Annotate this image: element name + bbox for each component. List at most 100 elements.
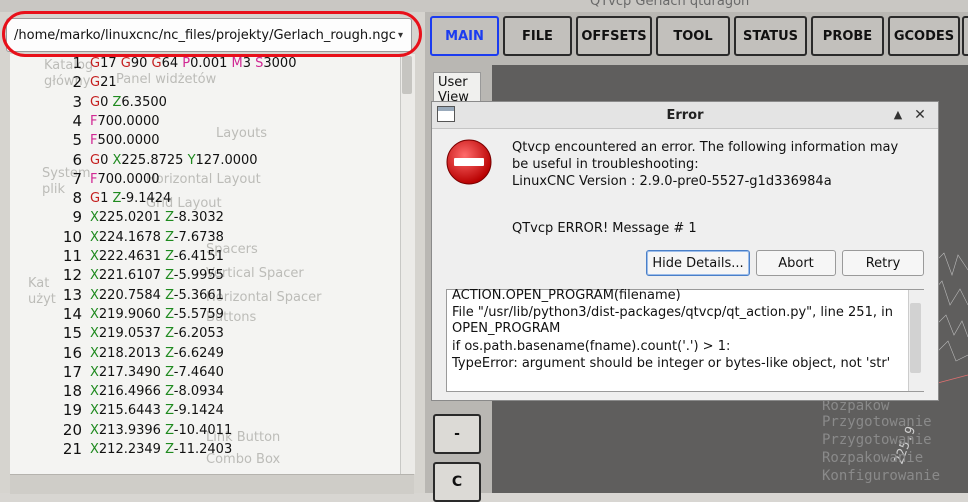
tab-file[interactable]: FILE [503,16,572,56]
tab-offsets[interactable]: OFFSETS [576,16,652,56]
gcode-token: Z [165,403,174,418]
gcode-line[interactable]: G0 Z6.3500 [90,95,167,110]
gcode-token: -7.6738 [173,230,224,245]
gcode-token: X [90,442,99,457]
gcode-line[interactable]: X217.3490 Z-7.4640 [90,365,224,380]
gcode-line[interactable]: X218.2013 Z-6.6249 [90,346,224,361]
line-number: 18 [62,382,82,400]
gcode-token: X [90,210,99,225]
gcode-token: 221.6107 [98,268,166,283]
gcode-token: X [90,423,99,438]
gcode-line[interactable]: X221.6107 Z-5.9955 [90,268,224,283]
line-number: 17 [62,363,82,381]
gcode-line[interactable]: X222.4631 Z-6.4151 [90,249,224,264]
tab-gcodes[interactable]: GCODES [888,16,960,56]
gcode-token: -11.2403 [173,442,233,457]
retry-button[interactable]: Retry [842,250,924,276]
gcode-token: G [151,56,162,71]
close-icon[interactable]: ✕ [910,106,930,124]
maximize-icon[interactable]: ▲ [888,106,908,124]
preview-label: Konfigurowanie [822,468,941,484]
dialog-message-line: be useful in troubleshooting: [512,157,699,172]
gcode-token: Z [165,442,174,457]
gcode-token: M [231,56,243,71]
clear-button[interactable]: C [433,462,481,502]
tab-main[interactable]: MAIN [430,16,499,56]
gcode-token: G [90,153,101,168]
gcode-token: -6.6249 [173,346,224,361]
details-line: if os.path.basename(fname).count('.') > … [452,339,731,354]
hide-details-button[interactable]: Hide Details... [646,250,750,276]
gcode-token: 219.0537 [98,326,166,341]
abort-button[interactable]: Abort [756,250,836,276]
gcode-line[interactable]: F500.0000 [90,133,160,148]
gcode-token: G [90,75,101,90]
gcode-token: 212.2349 [98,442,166,457]
gcode-token: 220.7584 [98,288,166,303]
gcode-token: 6.3500 [121,95,167,110]
gcode-line[interactable]: G17 G90 G64 P0.001 M3 S3000 [90,56,296,71]
line-number: 14 [62,305,82,323]
zoom-out-button[interactable]: - [433,414,481,454]
gcode-token: X [90,403,99,418]
ghost-label: Panel widżetów [116,72,217,87]
preview-label: Przygotowanie [822,414,932,430]
gcode-line[interactable]: X215.6443 Z-9.1424 [90,403,224,418]
gcode-token: G [90,56,101,71]
gcode-token: -8.0934 [173,384,224,399]
window-title: QTvcp Gerlach qtdragon [590,0,750,9]
gcode-token: -9.1424 [173,403,224,418]
line-number: 15 [62,324,82,342]
gcode-token: Z [165,210,174,225]
gcode-token: 216.4966 [98,384,166,399]
gcode-line[interactable]: F700.0000 [90,114,160,129]
gcode-token: X [90,249,99,264]
tab-status[interactable]: STATUS [734,16,807,56]
line-number: 11 [62,247,82,265]
gcode-line[interactable]: G21 [90,75,117,90]
gcode-token: 213.9396 [98,423,166,438]
gcode-line[interactable]: G1 Z-9.1424 [90,191,171,206]
gcode-token: 64 [161,56,183,71]
gcode-line[interactable]: F700.0000 [90,172,160,187]
gcode-token: 217.3490 [98,365,166,380]
dialog-title: Error [666,108,704,123]
details-scroll-thumb[interactable] [910,303,921,373]
gcode-token: X [90,384,99,399]
gcode-token: Z [165,365,174,380]
file-path-text: /home/marko/linuxcnc/nc_files/projekty/G… [14,28,396,43]
gcode-token: X [90,346,99,361]
line-number: 13 [62,286,82,304]
user-view-button[interactable]: User View [433,72,481,102]
tab-overflow[interactable] [962,16,968,56]
dialog-message-line: Qtvcp encountered an error. The followin… [512,140,899,155]
tab-tool[interactable]: TOOL [656,16,730,56]
tab-probe[interactable]: PROBE [811,16,884,56]
chevron-down-icon[interactable]: ▾ [398,30,403,41]
gcode-token: 222.4631 [98,249,166,264]
gcode-line[interactable]: X219.0537 Z-6.2053 [90,326,224,341]
gcode-token: 1 [100,191,113,206]
gcode-line[interactable]: X220.7584 Z-5.3661 [90,288,224,303]
gcode-token: 700.0000 [97,172,160,187]
gcode-token: Z [165,230,174,245]
gcode-line[interactable]: X216.4966 Z-8.0934 [90,384,224,399]
gcode-token: -9.1424 [121,191,172,206]
gcode-line[interactable]: X213.9396 Z-10.4011 [90,423,232,438]
gcode-line[interactable]: X224.1678 Z-7.6738 [90,230,224,245]
gcode-line[interactable]: X212.2349 Z-11.2403 [90,442,232,457]
editor-scroll-thumb[interactable] [402,56,412,94]
gcode-token: Z [165,326,174,341]
gcode-line[interactable]: X219.9060 Z-5.5759 [90,307,224,322]
details-line: File "/usr/lib/python3/dist-packages/qtv… [452,305,893,320]
gcode-token: G [90,95,101,110]
editor-vertical-scrollbar[interactable] [400,54,415,474]
gcode-token: 0.001 [190,56,232,71]
gcode-token: Z [165,384,174,399]
dialog-message-line: LinuxCNC Version : 2.9.0-pre0-5527-g1d33… [512,174,832,189]
gcode-line[interactable]: X225.0201 Z-8.3032 [90,210,224,225]
gcode-token: 3000 [263,56,297,71]
line-number: 5 [72,131,82,149]
gcode-line[interactable]: G0 X225.8725 Y127.0000 [90,153,258,168]
line-number: 9 [72,208,82,226]
